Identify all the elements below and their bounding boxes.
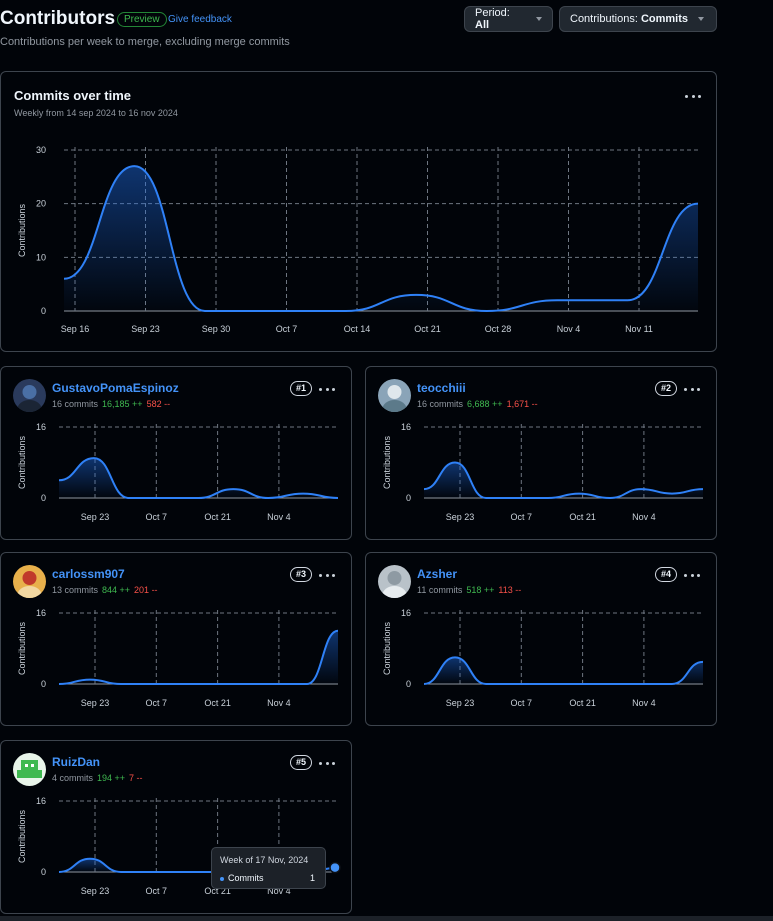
x-tick-label: Sep 23 xyxy=(81,698,110,708)
x-tick-label: Nov 4 xyxy=(632,512,656,522)
x-tick-label: Sep 23 xyxy=(81,512,110,522)
contributions-dropdown-button[interactable]: Contributions: Commits xyxy=(559,6,717,32)
x-tick-label: Oct 7 xyxy=(146,698,168,708)
x-tick-label: Nov 11 xyxy=(625,324,653,334)
x-tick-label: Sep 23 xyxy=(131,324,160,334)
tooltip-value: 1 xyxy=(309,873,315,883)
y-tick-label: 0 xyxy=(41,679,46,689)
page-title: Contributors xyxy=(0,8,116,29)
y-tick-label: 16 xyxy=(36,796,46,806)
contributor-commits-chart: 0 16 Sep 23 Oct 7 Oct 21 Nov 4 Contributions xyxy=(382,422,704,522)
x-tick-label: Oct 7 xyxy=(511,512,533,522)
y-axis-label: Contributions xyxy=(17,435,27,489)
bottom-bar xyxy=(0,916,773,921)
y-tick-label: 0 xyxy=(41,867,46,877)
hover-point[interactable] xyxy=(329,861,341,874)
contributor-card: teocchiii 16 commits 6,688 ++ 1,671 -- #2 0 16… xyxy=(365,366,717,540)
y-tick-label: 20 xyxy=(36,199,46,209)
chart-tooltip: Week of 17 Nov, 2024 Commits 1 xyxy=(211,847,326,889)
x-tick-label: Sep 23 xyxy=(446,698,475,708)
contributor-card: Azsher 11 commits 518 ++ 113 -- #4 0 16 Sep 23 O… xyxy=(365,552,717,726)
y-tick-label: 0 xyxy=(406,679,411,689)
tooltip-label: Commits xyxy=(228,873,264,883)
contributor-card: GustavoPomaEspinoz 16 commits 16,185 ++ 582… xyxy=(0,366,352,540)
contributor-card: carlossm907 13 commits 844 ++ 201 -- #3 0 16 Se… xyxy=(0,552,352,726)
y-tick-label: 16 xyxy=(401,422,411,432)
y-tick-label: 16 xyxy=(36,422,46,432)
series-line xyxy=(58,629,339,685)
y-tick-label: 16 xyxy=(401,608,411,618)
series-area xyxy=(424,657,703,684)
contributions-key: Contributions: xyxy=(570,13,638,25)
y-tick-label: 0 xyxy=(41,493,46,503)
x-tick-label: Sep 23 xyxy=(446,512,475,522)
preview-badge: Preview xyxy=(117,12,167,27)
give-feedback-link[interactable]: Give feedback xyxy=(168,14,232,25)
commits-over-time-chart: 0 10 20 30 Sep 16 Sep 23 Sep 30 Oct 7 Oct 14 Oct … xyxy=(17,145,699,334)
x-tick-label: Oct 21 xyxy=(204,698,231,708)
x-tick-label: Oct 21 xyxy=(414,324,441,334)
page-subtitle: Contributions per week to merge, excludi… xyxy=(0,36,290,48)
x-tick-label: Oct 7 xyxy=(146,512,168,522)
y-axis-label: Contributions xyxy=(17,621,27,675)
y-axis-label: Contributions xyxy=(17,203,27,257)
x-tick-label: Sep 16 xyxy=(61,324,90,334)
contributor-commits-chart: 0 16 Sep 23 Oct 7 Oct 21 Nov 4 Contributions xyxy=(17,422,339,522)
y-axis-label: Contributions xyxy=(17,809,27,863)
x-tick-label: Nov 4 xyxy=(632,698,656,708)
series-area xyxy=(64,166,698,311)
y-tick-label: 16 xyxy=(36,608,46,618)
y-axis-label: Contributions xyxy=(382,435,392,489)
chevron-down-icon xyxy=(698,17,704,21)
y-tick-label: 30 xyxy=(36,145,46,155)
chevron-down-icon xyxy=(536,17,542,21)
y-tick-label: 0 xyxy=(41,306,46,316)
x-tick-label: Nov 4 xyxy=(267,512,291,522)
contributor-commits-chart: 0 16 Sep 23 Oct 7 Oct 21 Nov 4 Contributions xyxy=(382,608,704,708)
x-tick-label: Oct 14 xyxy=(344,324,371,334)
page-header: Contributors Preview Give feedback Contr… xyxy=(0,6,773,50)
x-tick-label: Oct 7 xyxy=(146,886,168,896)
period-value: All xyxy=(475,19,490,31)
contributor-commits-chart: 0 16 Sep 23 Oct 7 Oct 21 Nov 4 Contributions xyxy=(17,608,339,708)
contributions-value: Commits xyxy=(640,13,688,25)
x-tick-label: Oct 7 xyxy=(276,324,298,334)
x-tick-label: Oct 21 xyxy=(569,512,596,522)
x-tick-label: Sep 30 xyxy=(202,324,231,334)
x-tick-label: Nov 4 xyxy=(267,698,291,708)
y-axis-label: Contributions xyxy=(382,621,392,675)
series-area xyxy=(59,630,338,684)
y-tick-label: 10 xyxy=(36,252,46,262)
tooltip-title: Week of 17 Nov, 2024 xyxy=(220,855,309,865)
x-tick-label: Oct 21 xyxy=(204,512,231,522)
period-dropdown-button[interactable]: Period: All xyxy=(464,6,553,32)
x-tick-label: Oct 28 xyxy=(485,324,512,334)
series-dot-icon xyxy=(220,877,224,881)
x-tick-label: Nov 4 xyxy=(557,324,581,334)
period-key: Period: xyxy=(475,7,510,19)
commits-over-time-card: Commits over time Weekly from 14 sep 202… xyxy=(0,71,717,352)
y-tick-label: 0 xyxy=(406,493,411,503)
x-tick-label: Oct 7 xyxy=(511,698,533,708)
x-tick-label: Oct 21 xyxy=(569,698,596,708)
x-tick-label: Sep 23 xyxy=(81,886,110,896)
series-area xyxy=(59,458,338,498)
